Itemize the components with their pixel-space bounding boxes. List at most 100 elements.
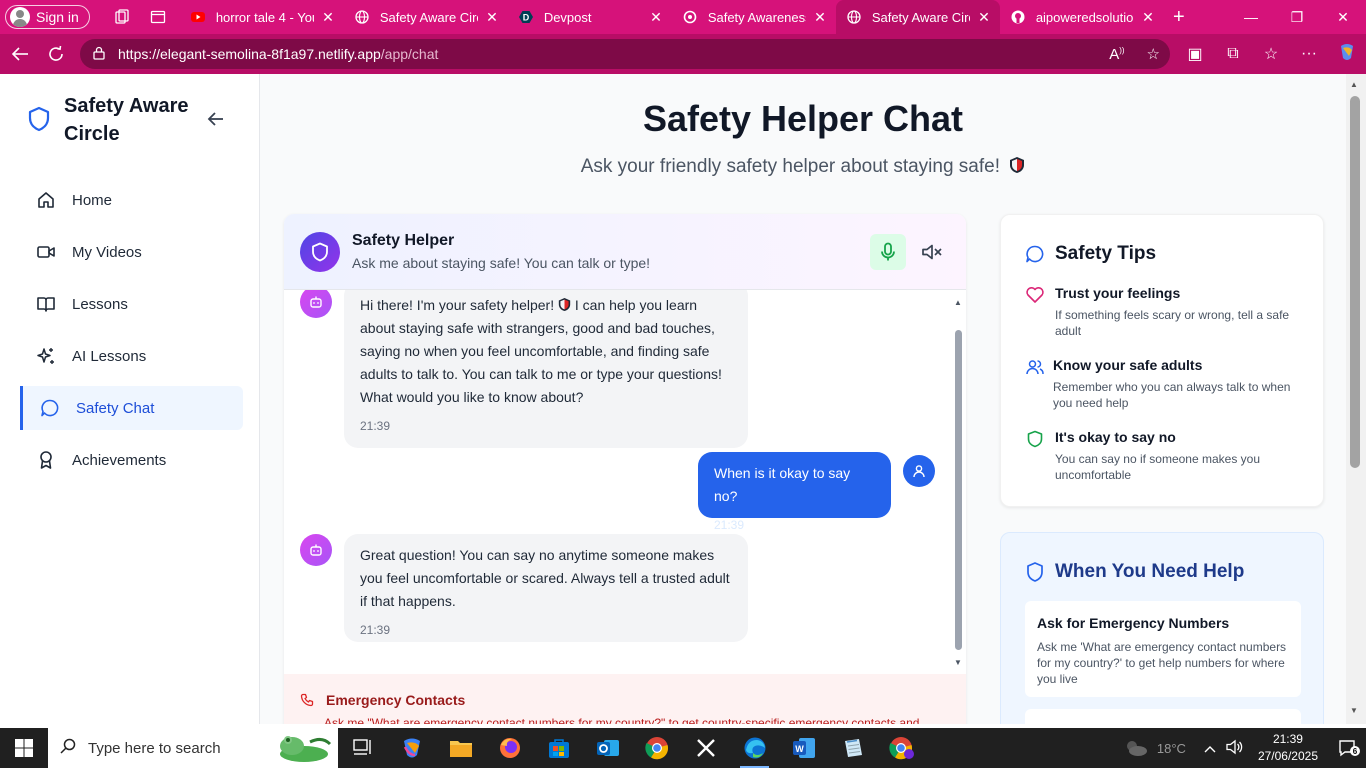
store-icon (548, 739, 569, 758)
chat-scroll-thumb[interactable] (955, 330, 962, 650)
taskbar-notepad[interactable] (828, 728, 877, 768)
taskbar-firefox[interactable] (485, 728, 534, 768)
notification-icon: 6 (1339, 740, 1360, 757)
windows-icon (15, 739, 33, 757)
search-placeholder: Type here to search (88, 739, 221, 757)
svg-text:D: D (523, 13, 530, 23)
sparkles-icon (37, 348, 54, 364)
sidebar-item-label: Lessons (72, 295, 128, 313)
tab-youtube[interactable]: horror tale 4 - YouT ✕ (180, 0, 344, 34)
sidebar-item-home[interactable]: Home (20, 178, 243, 222)
extensions-icon[interactable]: ⧉ (1214, 45, 1252, 63)
user-icon (913, 465, 925, 478)
scroll-up-arrow-icon[interactable]: ▲ (953, 298, 963, 308)
sidebar-item-ai-lessons[interactable]: AI Lessons (20, 334, 243, 378)
system-tray: 18°C 21:39 27/06/2025 6 (1123, 728, 1366, 768)
screenshot-icon[interactable]: ▣ (1176, 44, 1214, 64)
microphone-button[interactable] (870, 234, 906, 270)
tab-actions-icon[interactable] (140, 0, 176, 34)
back-icon[interactable] (2, 34, 38, 74)
heart-icon (1026, 287, 1044, 303)
taskbar-x[interactable] (681, 728, 730, 768)
weather-cloud-icon (1126, 741, 1147, 756)
award-icon (40, 451, 52, 469)
bot-icon (310, 296, 322, 308)
close-window-icon[interactable]: ✕ (1320, 0, 1366, 34)
show-hidden-icons-chevron-up-icon[interactable] (1204, 741, 1216, 756)
scroll-up-arrow-icon[interactable]: ▲ (1350, 80, 1358, 89)
help-card[interactable]: Ask for Emergency Numbers Ask me 'What a… (1025, 601, 1301, 697)
sign-in-button[interactable]: Sign in (5, 5, 90, 29)
weather-widget[interactable]: 18°C (1123, 738, 1186, 758)
tab-safety-aware-circle-active[interactable]: Safety Aware Circle ✕ (835, 0, 1000, 34)
bot-message-text: Hi there! I'm your safety helper! I can … (360, 297, 722, 405)
taskbar-word[interactable]: W (779, 728, 828, 768)
workspaces-icon[interactable] (104, 0, 140, 34)
url-host: https://elegant-semolina-8f1a97.netlify.… (118, 46, 381, 62)
taskbar-file-explorer[interactable] (436, 728, 485, 768)
start-button[interactable] (0, 728, 48, 768)
close-tab-icon[interactable]: ✕ (650, 9, 662, 26)
safety-tips-card: Safety Tips Trust your feelings If somet… (1000, 214, 1324, 507)
read-aloud-icon[interactable]: A)) (1109, 46, 1124, 63)
temperature: 18°C (1156, 740, 1186, 756)
scroll-down-arrow-icon[interactable]: ▼ (1350, 706, 1358, 715)
copilot-icon (403, 738, 420, 758)
minimize-icon[interactable]: — (1228, 0, 1274, 34)
close-tab-icon[interactable]: ✕ (814, 9, 826, 26)
address-bar[interactable]: https://elegant-semolina-8f1a97.netlify.… (80, 39, 1170, 69)
favorites-icon[interactable]: ☆ (1252, 44, 1290, 64)
refresh-icon[interactable] (38, 34, 74, 74)
tip-item: Know your safe adults Remember who you c… (1025, 357, 1305, 411)
sidebar-item-lessons[interactable]: Lessons (20, 282, 243, 326)
taskbar-edge[interactable] (730, 728, 779, 768)
scroll-down-arrow-icon[interactable]: ▼ (953, 658, 963, 668)
page-scroll-thumb[interactable] (1350, 96, 1360, 468)
bot-avatar (300, 290, 332, 318)
tip-title: Know your safe adults (1053, 357, 1203, 373)
taskbar-store[interactable] (534, 728, 583, 768)
close-tab-icon[interactable]: ✕ (1142, 9, 1154, 26)
chat-scrollbar[interactable]: ▲ ▼ (952, 290, 964, 674)
tab-github[interactable]: aipoweredsolution ✕ (1000, 0, 1164, 34)
sidebar-item-achievements[interactable]: Achievements (20, 438, 243, 482)
tab-safety-aware-circle[interactable]: Safety Aware Circle ✕ (344, 0, 508, 34)
lock-icon[interactable] (92, 46, 106, 63)
tab-safety-awareness[interactable]: Safety Awareness C ✕ (672, 0, 836, 34)
notifications-button[interactable]: 6 (1332, 738, 1366, 758)
page-scrollbar[interactable]: ▲ ▼ (1346, 74, 1366, 724)
close-tab-icon[interactable]: ✕ (486, 9, 498, 26)
settings-menu-icon[interactable]: ··· (1290, 45, 1328, 63)
close-tab-icon[interactable]: ✕ (322, 9, 334, 26)
taskbar-outlook[interactable] (583, 728, 632, 768)
bot-message-text: Great question! You can say no anytime s… (360, 547, 730, 609)
url-path: /app/chat (380, 46, 439, 62)
mute-button[interactable] (914, 234, 950, 270)
helper-name: Safety Helper (352, 232, 455, 249)
tab-devpost[interactable]: D Devpost ✕ (508, 0, 672, 34)
tip-body: If something feels scary or wrong, tell … (1055, 308, 1290, 338)
sidebar-item-safety-chat[interactable]: Safety Chat (20, 386, 243, 430)
user-message: When is it okay to say no? 21:39 (698, 452, 891, 532)
taskbar-chrome-profile[interactable] (877, 728, 926, 768)
taskbar-copilot[interactable] (387, 728, 436, 768)
close-tab-icon[interactable]: ✕ (978, 9, 990, 26)
help-card[interactable] (1025, 709, 1301, 724)
taskbar-chrome[interactable] (632, 728, 681, 768)
task-view-button[interactable] (338, 728, 387, 768)
new-tab-icon[interactable]: + (1164, 0, 1194, 34)
collapse-sidebar-button[interactable] (204, 107, 228, 131)
taskbar-search[interactable]: Type here to search (48, 728, 338, 768)
favorite-star-icon[interactable]: ☆ (1147, 45, 1160, 63)
phone-icon (300, 693, 314, 707)
home-icon (38, 192, 54, 208)
volume-icon[interactable] (1226, 739, 1244, 758)
sidebar-menu: Home My Videos Lessons AI Lessons Safety… (20, 178, 243, 490)
clock[interactable]: 21:39 27/06/2025 (1258, 731, 1318, 765)
browser-toolbar: https://elegant-semolina-8f1a97.netlify.… (0, 34, 1366, 74)
restore-icon[interactable]: ❐ (1274, 0, 1320, 34)
messages-area[interactable]: Hi there! I'm your safety helper! I can … (284, 290, 966, 674)
shield-emoji-icon (558, 298, 571, 311)
sidebar-item-my-videos[interactable]: My Videos (20, 230, 243, 274)
copilot-icon[interactable] (1328, 42, 1366, 67)
